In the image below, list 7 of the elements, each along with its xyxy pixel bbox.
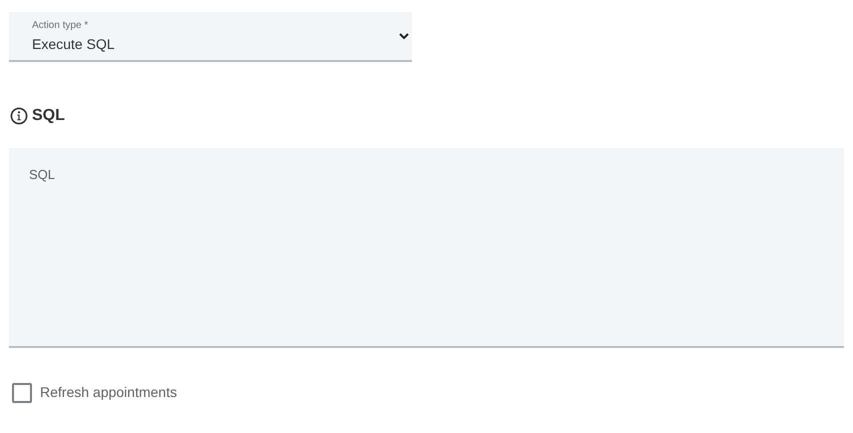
info-icon xyxy=(10,107,28,125)
chevron-down-icon xyxy=(399,32,409,40)
checkbox-label[interactable]: Refresh appointments xyxy=(40,382,177,403)
sql-input-field[interactable]: SQL xyxy=(9,148,844,348)
checkbox[interactable] xyxy=(12,382,32,402)
action-type-select[interactable]: Action type * Execute SQL xyxy=(9,12,412,62)
section-heading: SQL xyxy=(32,106,65,126)
